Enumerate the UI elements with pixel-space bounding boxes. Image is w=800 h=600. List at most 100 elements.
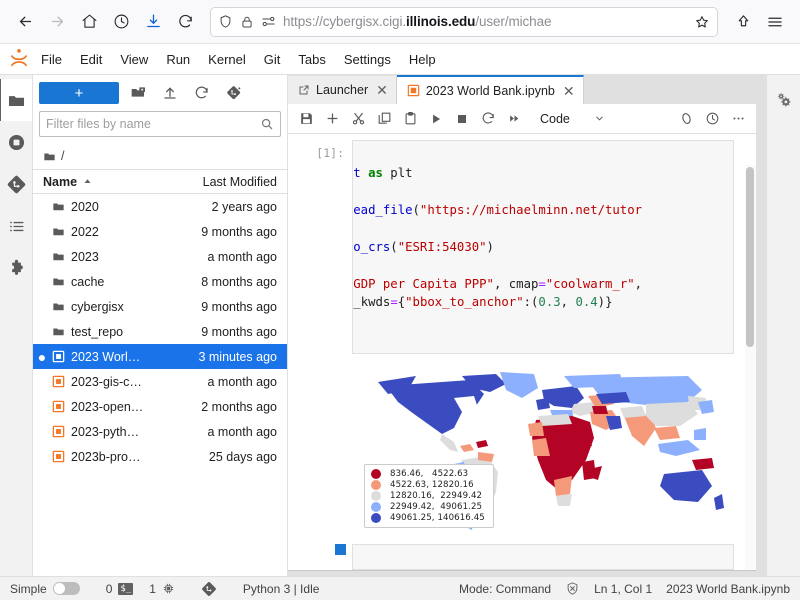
simple-mode-group[interactable]: Simple — [10, 582, 80, 596]
breadcrumb-root[interactable]: / — [61, 149, 64, 163]
menu-run[interactable]: Run — [157, 48, 199, 71]
address-bar[interactable]: https://cybergisx.cigi.illinois.edu/user… — [210, 7, 718, 37]
file-list-header: Name Last Modified — [33, 169, 287, 194]
reload-button[interactable] — [170, 7, 200, 37]
right-sidebar-rail — [766, 75, 800, 576]
recent-activity-icon[interactable] — [700, 107, 724, 131]
menu-view[interactable]: View — [111, 48, 157, 71]
jupyterlab-shell: + / — [0, 75, 800, 576]
main-dock-area: Launcher ✕ 2023 World Bank.ipynb ✕ — [288, 75, 766, 576]
legend-label: 4522.63, 12820.16 — [390, 480, 474, 490]
next-code-editor[interactable] — [352, 544, 734, 570]
run-icon[interactable] — [424, 107, 448, 131]
notebook-scrollbar[interactable] — [745, 165, 756, 570]
file-list-item[interactable]: ●20202 years ago — [33, 194, 287, 219]
stop-icon[interactable] — [450, 107, 474, 131]
new-folder-icon[interactable] — [125, 81, 151, 105]
menu-git[interactable]: Git — [255, 48, 290, 71]
copy-icon[interactable] — [372, 107, 396, 131]
column-header-name[interactable]: Name — [43, 175, 177, 189]
paste-icon[interactable] — [398, 107, 422, 131]
share-icon[interactable] — [728, 7, 758, 37]
file-name: 2023-pyth… — [52, 425, 170, 439]
restart-run-all-icon[interactable] — [502, 107, 526, 131]
home-button[interactable] — [74, 7, 104, 37]
file-list-item[interactable]: ●2023b-pro…25 days ago — [33, 444, 287, 469]
untrusted-icon[interactable] — [565, 581, 580, 596]
tab-label: Launcher — [316, 83, 368, 97]
terminal-icon: $_ — [118, 583, 133, 595]
chevron-down-icon — [594, 113, 605, 124]
terminals-group[interactable]: 0 $_ — [106, 582, 134, 596]
folder-icon — [52, 225, 65, 238]
downloads-button[interactable] — [138, 7, 168, 37]
file-list-item[interactable]: ●2023a month ago — [33, 244, 287, 269]
puzzle-icon — [7, 259, 26, 278]
sidebar-item-file-browser[interactable] — [0, 79, 32, 121]
menu-file[interactable]: File — [32, 48, 71, 71]
notebook-body[interactable]: [1]: import geopandasimport matplotlib.p… — [288, 134, 756, 570]
next-cell[interactable] — [288, 538, 756, 570]
cell-type-dropdown[interactable]: Code — [536, 111, 609, 127]
new-launcher-button[interactable]: + — [39, 82, 119, 104]
file-list-item[interactable]: ●2023-gis-c…a month ago — [33, 369, 287, 394]
cut-icon[interactable] — [346, 107, 370, 131]
history-button[interactable] — [106, 7, 136, 37]
cursor-position[interactable]: Ln 1, Col 1 — [594, 582, 652, 596]
overflow-icon[interactable] — [726, 107, 750, 131]
search-input[interactable] — [46, 117, 260, 131]
star-icon[interactable] — [694, 14, 710, 30]
file-modified: a month ago — [175, 425, 277, 439]
menu-help[interactable]: Help — [400, 48, 445, 71]
refresh-icon[interactable] — [189, 81, 215, 105]
hamburger-menu-icon[interactable] — [760, 7, 790, 37]
legend-swatch-icon — [371, 513, 381, 523]
legend-item: 49061.25, 140616.45 — [371, 513, 485, 523]
notebook-cell-input[interactable]: [1]: import geopandasimport matplotlib.p… — [288, 134, 756, 354]
tab-notebook[interactable]: 2023 World Bank.ipynb ✕ — [397, 75, 584, 104]
terminal-count: 0 — [106, 582, 113, 596]
menu-kernel[interactable]: Kernel — [199, 48, 255, 71]
sidebar-item-git[interactable] — [0, 163, 33, 205]
tab-launcher[interactable]: Launcher ✕ — [288, 76, 397, 104]
file-list-item[interactable]: ●2023-pyth…a month ago — [33, 419, 287, 444]
kernels-group[interactable]: 1 — [149, 582, 175, 596]
file-list-item[interactable]: ●2023 Worl…3 minutes ago — [33, 344, 287, 369]
simple-mode-toggle[interactable] — [53, 582, 80, 595]
notebook-icon — [407, 84, 420, 97]
forward-button[interactable] — [42, 7, 72, 37]
sidebar-item-property-inspector[interactable] — [767, 79, 800, 119]
kernel-status-icon[interactable] — [674, 107, 698, 131]
code-editor[interactable]: import geopandasimport matplotlib.pyplot… — [352, 140, 734, 354]
git-clone-icon[interactable] — [221, 81, 247, 105]
sidebar-item-running[interactable] — [0, 121, 33, 163]
file-list-item[interactable]: ●test_repo9 months ago — [33, 319, 287, 344]
scrollbar-thumb[interactable] — [746, 167, 754, 347]
close-icon[interactable]: ✕ — [561, 84, 575, 98]
kernel-status-text[interactable]: Python 3 | Idle — [243, 582, 320, 596]
sidebar-item-toc[interactable] — [0, 205, 33, 247]
restart-icon[interactable] — [476, 107, 500, 131]
column-header-modified[interactable]: Last Modified — [177, 175, 277, 189]
menu-edit[interactable]: Edit — [71, 48, 111, 71]
permissions-icon[interactable] — [261, 14, 276, 29]
git-icon[interactable] — [201, 581, 217, 597]
cell-prompt: [1]: — [288, 140, 352, 354]
file-modified: 3 minutes ago — [175, 350, 277, 364]
close-icon[interactable]: ✕ — [374, 83, 388, 97]
file-list-item[interactable]: ●2023-open…2 months ago — [33, 394, 287, 419]
file-list-item[interactable]: ●cache8 months ago — [33, 269, 287, 294]
breadcrumb[interactable]: / — [33, 143, 287, 169]
file-filter-container[interactable] — [39, 111, 281, 137]
sidebar-item-extensions[interactable] — [0, 247, 33, 289]
menu-tabs[interactable]: Tabs — [289, 48, 334, 71]
upload-icon[interactable] — [157, 81, 183, 105]
save-icon[interactable] — [294, 107, 318, 131]
file-list-item[interactable]: ●cybergisx9 months ago — [33, 294, 287, 319]
add-cell-icon[interactable] — [320, 107, 344, 131]
folder-icon — [52, 200, 65, 213]
back-button[interactable] — [10, 7, 40, 37]
file-list-item[interactable]: ●20229 months ago — [33, 219, 287, 244]
notebook-panel: Code [1]: — [288, 104, 756, 571]
menu-settings[interactable]: Settings — [335, 48, 400, 71]
